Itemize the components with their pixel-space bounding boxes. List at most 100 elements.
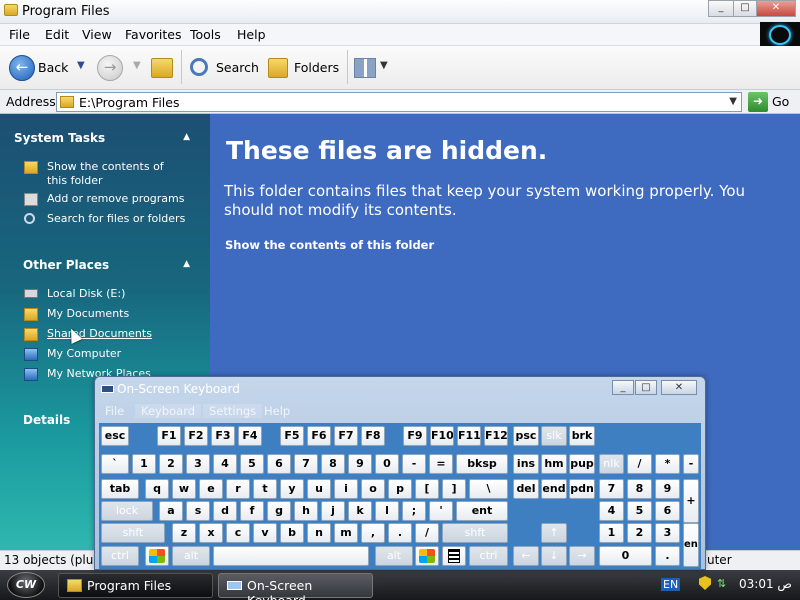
clock[interactable]: 03:01 ص: [739, 577, 792, 591]
key-y[interactable]: y: [280, 479, 304, 499]
key-numpad-8[interactable]: 8: [627, 479, 652, 499]
details-header[interactable]: Details: [23, 413, 70, 427]
key-f1[interactable]: F1: [157, 426, 181, 446]
key-numpad-3[interactable]: 3: [655, 523, 680, 543]
key-2[interactable]: 2: [159, 454, 183, 474]
key-num-lock[interactable]: nlk: [599, 454, 624, 474]
other-places-header[interactable]: Other Places: [23, 258, 109, 272]
key-9[interactable]: 9: [348, 454, 372, 474]
key-numpad-subtract[interactable]: -: [683, 454, 699, 474]
chevron-down-icon[interactable]: ▼: [729, 96, 737, 107]
key-numpad-5[interactable]: 5: [627, 501, 652, 521]
taskbar-item-program-files[interactable]: Program Files: [58, 573, 213, 598]
security-shield-icon[interactable]: [699, 576, 711, 590]
collapse-icon[interactable]: ▲: [183, 259, 190, 269]
close-button[interactable]: ✕: [756, 0, 796, 17]
key-home[interactable]: hm: [541, 454, 567, 474]
key-period[interactable]: .: [388, 523, 412, 543]
key-6[interactable]: 6: [267, 454, 291, 474]
place-my-documents[interactable]: My Documents: [47, 307, 129, 321]
key-c[interactable]: c: [226, 523, 250, 543]
go-arrow-icon[interactable]: ➜: [748, 92, 768, 112]
menu-view[interactable]: View: [82, 27, 112, 42]
key-t[interactable]: t: [253, 479, 277, 499]
forward-dropdown-icon[interactable]: ▼: [133, 60, 141, 71]
key-j[interactable]: j: [321, 501, 345, 521]
key-numpad-add[interactable]: +: [683, 479, 699, 523]
key-f2[interactable]: F2: [184, 426, 208, 446]
key-psc[interactable]: psc: [513, 426, 539, 446]
views-dropdown-icon[interactable]: ▼: [380, 60, 388, 71]
key-numpad-6[interactable]: 6: [655, 501, 680, 521]
key-o[interactable]: o: [361, 479, 385, 499]
key-insert[interactable]: ins: [513, 454, 539, 474]
key-left-ctrl[interactable]: ctrl: [101, 546, 139, 566]
task-search-files[interactable]: Search for files or folders: [47, 212, 185, 226]
key-m[interactable]: m: [334, 523, 358, 543]
system-tasks-header[interactable]: System Tasks: [14, 131, 105, 145]
search-icon[interactable]: [190, 58, 208, 76]
key-arrow-up[interactable]: ↑: [541, 523, 567, 543]
key-f6[interactable]: F6: [307, 426, 331, 446]
key-numpad-multiply[interactable]: *: [655, 454, 680, 474]
osk-maximize-button[interactable]: □: [635, 380, 657, 395]
key-backslash[interactable]: \: [469, 479, 508, 499]
key-g[interactable]: g: [267, 501, 291, 521]
key-enter[interactable]: ent: [456, 501, 508, 521]
key-right-windows[interactable]: [415, 546, 439, 566]
key-3[interactable]: 3: [186, 454, 210, 474]
key-left-windows[interactable]: [145, 546, 169, 566]
osk-minimize-button[interactable]: _: [612, 380, 634, 395]
key-0[interactable]: 0: [375, 454, 399, 474]
key-l[interactable]: l: [375, 501, 399, 521]
key-right-bracket[interactable]: ]: [442, 479, 466, 499]
collapse-icon[interactable]: ▲: [183, 132, 190, 142]
key-k[interactable]: k: [348, 501, 372, 521]
task-show-contents[interactable]: Show the contents of this folder: [47, 160, 187, 188]
key-slk[interactable]: slk: [541, 426, 567, 446]
forward-arrow-icon[interactable]: →: [97, 55, 123, 81]
minimize-button[interactable]: _: [708, 0, 734, 17]
taskbar-item-on-screen-keyboard[interactable]: On-Screen Keyboard: [218, 573, 373, 600]
key-quote[interactable]: ': [429, 501, 453, 521]
key-1[interactable]: 1: [132, 454, 156, 474]
key-numpad-divide[interactable]: /: [627, 454, 652, 474]
key-f9[interactable]: F9: [403, 426, 427, 446]
key-a[interactable]: a: [159, 501, 183, 521]
key-f4[interactable]: F4: [238, 426, 262, 446]
key-numpad-0[interactable]: 0: [599, 546, 652, 566]
key-numpad-9[interactable]: 9: [655, 479, 680, 499]
key-q[interactable]: q: [145, 479, 169, 499]
key-right-shift[interactable]: shft: [442, 523, 508, 543]
menu-edit[interactable]: Edit: [45, 27, 69, 42]
place-local-disk[interactable]: Local Disk (E:): [47, 287, 125, 301]
back-button[interactable]: Back: [38, 60, 68, 75]
key-menu[interactable]: [442, 546, 466, 566]
key-caps-lock[interactable]: lock: [101, 501, 153, 521]
key-backspace[interactable]: bksp: [456, 454, 508, 474]
key-arrow-down[interactable]: ↓: [541, 546, 567, 566]
key-d[interactable]: d: [213, 501, 237, 521]
key-numpad-2[interactable]: 2: [627, 523, 652, 543]
menu-tools[interactable]: Tools: [190, 27, 221, 42]
key-p[interactable]: p: [388, 479, 412, 499]
search-button[interactable]: Search: [216, 60, 259, 75]
folders-icon[interactable]: [268, 58, 288, 78]
key-numpad-4[interactable]: 4: [599, 501, 624, 521]
key-4[interactable]: 4: [213, 454, 237, 474]
osk-menu-help[interactable]: Help: [264, 404, 290, 418]
key-r[interactable]: r: [226, 479, 250, 499]
key-numpad-decimal[interactable]: .: [655, 546, 680, 566]
key-numpad-enter[interactable]: ent: [683, 523, 699, 567]
show-contents-link[interactable]: Show the contents of this folder: [225, 238, 434, 252]
key-w[interactable]: w: [172, 479, 196, 499]
key-x[interactable]: x: [199, 523, 223, 543]
back-dropdown-icon[interactable]: ▼: [77, 60, 85, 71]
back-arrow-icon[interactable]: ←: [9, 55, 35, 81]
key-e[interactable]: e: [199, 479, 223, 499]
key-z[interactable]: z: [172, 523, 196, 543]
key-semicolon[interactable]: ;: [402, 501, 426, 521]
key-5[interactable]: 5: [240, 454, 264, 474]
key-equals[interactable]: =: [429, 454, 453, 474]
key-numpad-1[interactable]: 1: [599, 523, 624, 543]
